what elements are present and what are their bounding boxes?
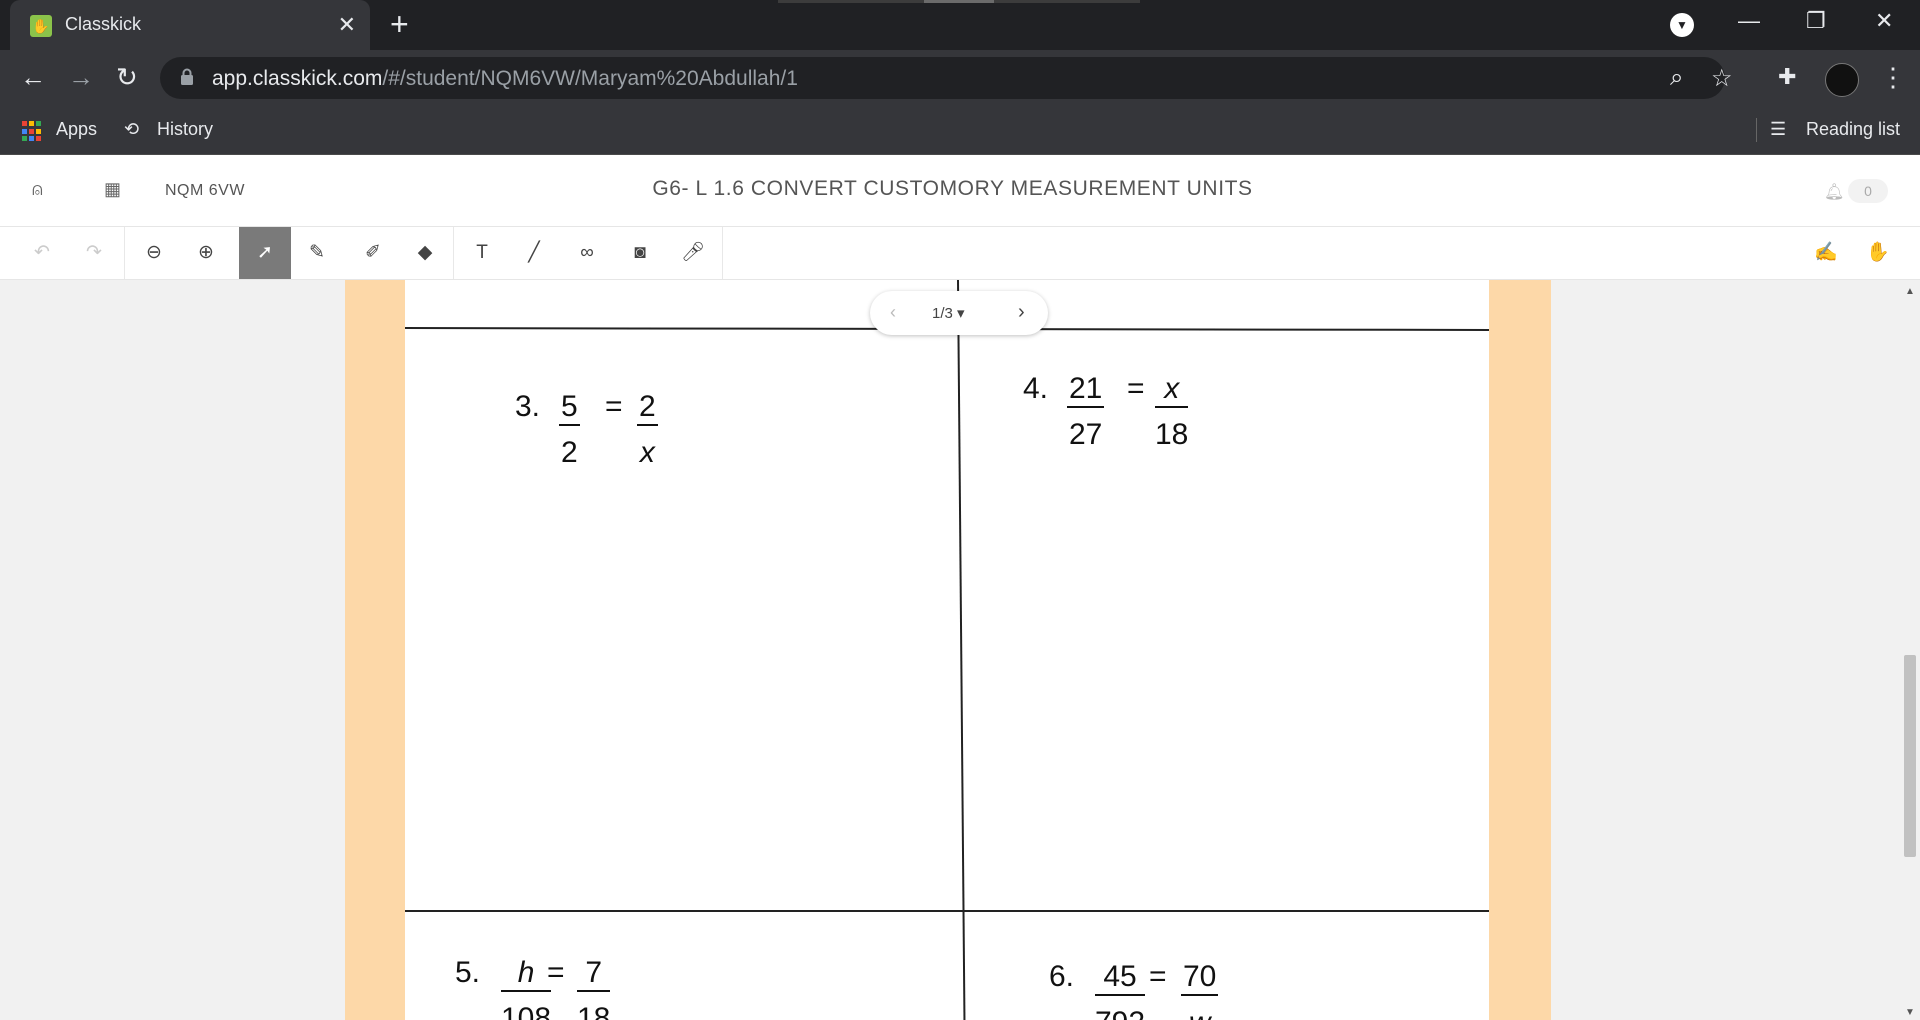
- scrollbar-thumb[interactable]: [1904, 655, 1916, 857]
- browser-toolbar: ← → ↻ app.classkick.com/#/student/NQM6VW…: [0, 50, 1920, 106]
- undo-icon[interactable]: ↶: [16, 227, 68, 279]
- numerator: 2: [637, 390, 658, 426]
- link-icon[interactable]: ∞: [561, 227, 613, 279]
- denominator: 18: [1155, 418, 1189, 451]
- reading-list-button[interactable]: Reading list: [1806, 119, 1900, 140]
- notification-count[interactable]: 0: [1848, 179, 1888, 203]
- numerator: 21: [1067, 372, 1105, 408]
- line-tool-icon[interactable]: ╱: [508, 227, 560, 279]
- problem-number: 4.: [1023, 372, 1049, 405]
- fraction: 7 18: [577, 956, 611, 1020]
- fraction: x 18: [1155, 372, 1189, 452]
- drawing-toolbar: ↶ ↷ ⊖ ⊕ ➚ ✎ ✐ ◆ T ╱ ∞ ◙ 🎤︎ ✍ ✋: [0, 227, 1920, 280]
- tab-search-icon[interactable]: ▼: [1670, 13, 1694, 37]
- forward-arrow-icon[interactable]: →: [68, 62, 94, 92]
- denominator: w: [1181, 1006, 1218, 1020]
- equals-sign: =: [1127, 372, 1145, 405]
- app-header: ⍝ ▦ NQM 6VW G6- L 1.6 CONVERT CUSTOMORY …: [0, 155, 1920, 227]
- fraction: 70 w: [1181, 960, 1219, 1020]
- bookmarks-divider: [1756, 118, 1757, 142]
- bookmark-star-icon[interactable]: ☆: [1711, 64, 1733, 93]
- window-close-button[interactable]: ✕: [1875, 8, 1893, 34]
- apps-grid-icon: [22, 121, 43, 142]
- denominator: x: [639, 436, 655, 469]
- worksheet-page[interactable]: 3. 52 = 2x 4. 21 27 = x 18 5. h 108 = 7 18: [345, 280, 1551, 1020]
- fraction: h 108: [501, 956, 552, 1020]
- problem-number: 3.: [515, 390, 541, 423]
- back-arrow-icon[interactable]: ←: [20, 62, 46, 92]
- toolbar-divider: [722, 227, 723, 279]
- zoom-icon[interactable]: ⌕: [1670, 64, 1683, 92]
- zoom-in-icon[interactable]: ⊕: [180, 227, 232, 279]
- numerator: h: [501, 956, 552, 992]
- bookmark-history[interactable]: History: [157, 119, 213, 140]
- denominator: 792: [1095, 1006, 1145, 1020]
- restore-button[interactable]: ❐: [1806, 8, 1826, 34]
- fraction: 21 27: [1067, 372, 1105, 452]
- hand-pan-icon[interactable]: ✋: [1852, 227, 1904, 279]
- denominator: 18: [577, 1002, 611, 1020]
- previous-page-icon[interactable]: ‹: [890, 302, 896, 323]
- zoom-out-icon[interactable]: ⊖: [128, 227, 180, 279]
- new-tab-button[interactable]: +: [390, 8, 409, 40]
- numerator: 70: [1181, 960, 1219, 996]
- camera-icon[interactable]: ◙: [614, 227, 666, 279]
- browser-tab-strip: ✋ Classkick ✕ + ▼ — ❐ ✕: [0, 0, 1920, 50]
- numerator: 5: [559, 390, 580, 426]
- numerator: 7: [577, 956, 611, 992]
- fraction: 45 792: [1095, 960, 1146, 1020]
- history-icon: ⟲: [124, 119, 140, 139]
- lock-icon: [181, 68, 193, 85]
- profile-avatar[interactable]: [1825, 63, 1859, 97]
- worksheet-paper: 3. 52 = 2x 4. 21 27 = x 18 5. h 108 = 7 18: [405, 280, 1489, 1020]
- url-text: app.classkick.com/#/student/NQM6VW/Marya…: [212, 67, 798, 90]
- reading-list-icon: ☰: [1770, 119, 1787, 139]
- extensions-puzzle-icon[interactable]: ✚: [1778, 62, 1796, 92]
- highlighter-icon[interactable]: ✐: [347, 227, 399, 279]
- denominator: 108: [501, 1002, 552, 1020]
- numerator: 45: [1095, 960, 1146, 996]
- tab-title: Classkick: [65, 14, 142, 34]
- select-pointer-icon[interactable]: ➚: [239, 227, 291, 279]
- scroll-up-icon[interactable]: ▲: [1905, 286, 1915, 297]
- address-bar[interactable]: app.classkick.com/#/student/NQM6VW/Marya…: [160, 57, 1733, 99]
- vertical-scrollbar[interactable]: ▲ ▼: [1900, 280, 1920, 1020]
- classkick-favicon-icon: ✋: [30, 15, 52, 37]
- denominator: 27: [1069, 418, 1103, 451]
- redo-icon[interactable]: ↷: [68, 227, 120, 279]
- microphone-icon[interactable]: 🎤︎: [667, 227, 719, 279]
- page-indicator[interactable]: 1/3 ▾: [932, 304, 965, 322]
- text-tool-icon[interactable]: T: [456, 227, 508, 279]
- equals-sign: =: [605, 390, 623, 423]
- browser-tab[interactable]: ✋ Classkick ✕: [10, 0, 370, 50]
- grid-line: [405, 910, 1489, 912]
- numerator: x: [1155, 372, 1189, 408]
- next-page-icon[interactable]: ›: [1018, 301, 1025, 324]
- browser-menu-icon[interactable]: ⋮: [1880, 62, 1906, 92]
- eraser-icon[interactable]: ◆: [399, 227, 451, 279]
- minimize-button[interactable]: —: [1738, 8, 1760, 34]
- grid-line: [957, 280, 966, 1020]
- equals-sign: =: [1149, 960, 1167, 993]
- canvas-area[interactable]: 3. 52 = 2x 4. 21 27 = x 18 5. h 108 = 7 18: [0, 280, 1900, 1020]
- bookmark-apps[interactable]: Apps: [56, 119, 97, 140]
- toolbar-divider: [124, 227, 125, 279]
- problem-number: 5.: [455, 956, 481, 989]
- bell-icon[interactable]: 🔔︎: [1824, 182, 1844, 202]
- fraction: 2x: [637, 390, 658, 470]
- window-drag-indicator: [924, 0, 994, 3]
- assignment-title: G6- L 1.6 CONVERT CUSTOMORY MEASUREMENT …: [652, 177, 1253, 200]
- fraction: 52: [559, 390, 580, 470]
- denominator: 2: [561, 436, 578, 469]
- toolbar-divider: [453, 227, 454, 279]
- tab-close-icon[interactable]: ✕: [338, 12, 356, 38]
- pen-icon[interactable]: ✎: [291, 227, 343, 279]
- reload-icon[interactable]: ↻: [116, 62, 138, 92]
- bookmarks-bar: Apps ⟲ History ☰ Reading list: [0, 106, 1920, 155]
- problem-number: 6.: [1049, 960, 1075, 993]
- equals-sign: =: [547, 956, 565, 989]
- scroll-down-icon[interactable]: ▼: [1905, 1007, 1915, 1018]
- page-navigator: ‹ 1/3 ▾ ›: [870, 291, 1048, 335]
- sticker-icon[interactable]: ✍: [1800, 227, 1852, 279]
